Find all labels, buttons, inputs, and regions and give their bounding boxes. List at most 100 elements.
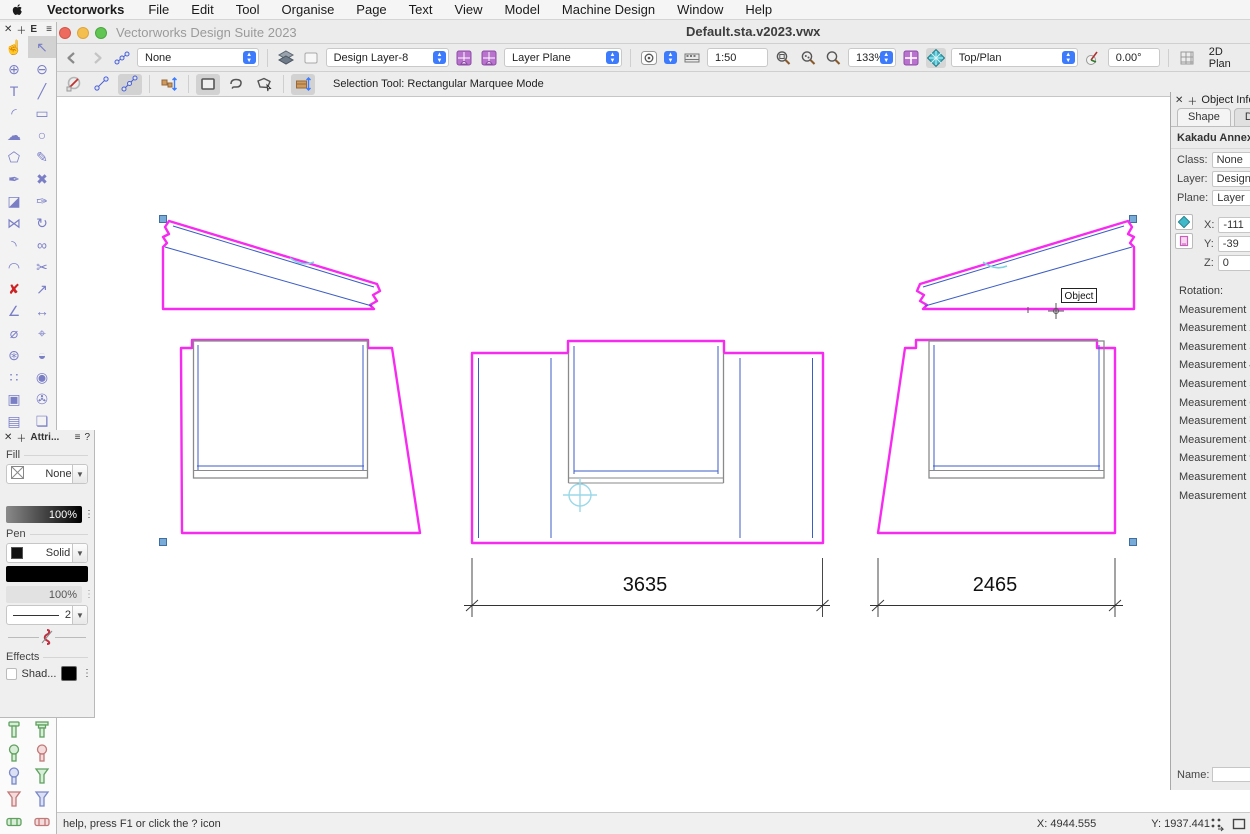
- menu-item-window[interactable]: Window: [666, 0, 734, 20]
- round-screw-tool-pink[interactable]: [28, 741, 56, 764]
- back-arrow-icon[interactable]: [62, 48, 82, 68]
- rotate-tool[interactable]: ↻: [28, 212, 56, 234]
- view-dropdown[interactable]: Top/Plan ▲▼: [951, 48, 1078, 67]
- add-palette-icon[interactable]: ＋: [16, 22, 26, 37]
- cross-tool[interactable]: ✖: [28, 168, 56, 190]
- angle-icon[interactable]: [1083, 48, 1103, 68]
- snap-points-icon[interactable]: [1207, 814, 1226, 833]
- layer-dropdown[interactable]: Design Layer-8 ▲▼: [326, 48, 449, 67]
- target-tool[interactable]: ◉: [28, 366, 56, 388]
- pick-document-tool[interactable]: ❏: [28, 410, 56, 432]
- menu-item-view[interactable]: View: [444, 0, 494, 20]
- pen-style-dropdown[interactable]: Solid ▼: [6, 543, 88, 563]
- scale-box[interactable]: 1:50: [707, 48, 768, 67]
- menu-item-help[interactable]: Help: [734, 0, 783, 20]
- menu-item-file[interactable]: File: [137, 0, 180, 20]
- layer-scale-icon[interactable]: [682, 48, 702, 68]
- line-tool[interactable]: ╱: [28, 80, 56, 102]
- more-options-icon[interactable]: ⋮: [84, 509, 92, 520]
- layer-plane-icon[interactable]: [1175, 214, 1193, 230]
- countersunk-screw-tool-pink[interactable]: [0, 787, 28, 810]
- countersunk-screw-tool-green[interactable]: [28, 764, 56, 787]
- help-icon[interactable]: ?: [84, 432, 90, 443]
- disabled-interactive-scaling-mode[interactable]: [62, 74, 86, 95]
- close-palette-icon[interactable]: ✕: [1175, 95, 1183, 106]
- name-input[interactable]: [1212, 767, 1250, 782]
- airbrush-tool[interactable]: ✑: [28, 190, 56, 212]
- move-by-points-mode[interactable]: [157, 74, 181, 95]
- view-window-icon[interactable]: [454, 48, 474, 68]
- more-options-icon[interactable]: ⋮: [84, 589, 92, 600]
- center-front-view[interactable]: [472, 341, 823, 543]
- angle-box[interactable]: 0.00°: [1108, 48, 1160, 67]
- fit-objects-icon[interactable]: [798, 48, 818, 68]
- pen-opacity-bar[interactable]: 100%: [6, 586, 82, 603]
- drawing-canvas[interactable]: 3635 2465 Object: [57, 97, 1170, 812]
- fill-opacity-bar[interactable]: 100%: [6, 506, 82, 523]
- diameter-tool[interactable]: ⌀: [0, 322, 28, 344]
- close-window-button[interactable]: [59, 27, 71, 39]
- fill-style-dropdown[interactable]: None ▼: [6, 464, 88, 484]
- plan-mode-button[interactable]: 2D Plan: [1202, 48, 1250, 67]
- saved-views-icon[interactable]: [112, 48, 132, 68]
- zoom-out-tool[interactable]: ⊖: [28, 58, 56, 80]
- z-field[interactable]: 0: [1218, 255, 1250, 271]
- right-front-view[interactable]: [878, 340, 1115, 533]
- angle-dimension-tool[interactable]: ∠: [0, 300, 28, 322]
- arc-tool[interactable]: ◜: [0, 102, 28, 124]
- selection-handle[interactable]: [160, 216, 167, 223]
- trapezoid-outline[interactable]: [878, 340, 1115, 533]
- menu-item-organise[interactable]: Organise: [271, 0, 346, 20]
- dimension-tool[interactable]: ↗: [28, 278, 56, 300]
- menu-item-page[interactable]: Page: [345, 0, 397, 20]
- zoom-in-tool[interactable]: ⊕: [0, 58, 28, 80]
- page-icon[interactable]: [301, 48, 321, 68]
- unified-view-icon[interactable]: [926, 48, 946, 68]
- close-palette-icon[interactable]: ✕: [4, 24, 12, 35]
- grid-icon[interactable]: [1177, 48, 1197, 68]
- magnifier-icon[interactable]: [823, 48, 843, 68]
- y-field[interactable]: -39: [1218, 236, 1250, 252]
- eraser-tool[interactable]: ◪: [0, 190, 28, 212]
- stepper-icon[interactable]: ▲▼: [243, 51, 256, 64]
- lasso-marquee-mode[interactable]: [224, 74, 248, 95]
- class-dropdown[interactable]: None ▲▼: [137, 48, 259, 67]
- forward-arrow-icon[interactable]: [87, 48, 107, 68]
- plane-field[interactable]: Layer: [1212, 190, 1250, 206]
- wedge-outline[interactable]: [917, 221, 1134, 309]
- oval-tool[interactable]: ○: [28, 124, 56, 146]
- trapezoid-outline[interactable]: [181, 340, 420, 533]
- tab-shape[interactable]: Shape: [1177, 108, 1231, 126]
- pen-color-bar[interactable]: [6, 566, 88, 582]
- menu-item-edit[interactable]: Edit: [180, 0, 224, 20]
- palette-menu-icon[interactable]: ≡: [75, 432, 81, 443]
- stepper-icon[interactable]: ▲▼: [664, 51, 677, 64]
- plane-dropdown[interactable]: Layer Plane ▲▼: [504, 48, 622, 67]
- wheel-tool[interactable]: ⊛: [0, 344, 28, 366]
- rectangle-tool[interactable]: ▭: [28, 102, 56, 124]
- unrestricted-interactive-scaling-mode[interactable]: [118, 74, 142, 95]
- trim-tool[interactable]: ✂: [28, 256, 56, 278]
- stepper-icon[interactable]: ▲▼: [433, 51, 446, 64]
- add-palette-icon[interactable]: ＋: [1187, 93, 1197, 108]
- selection-handle[interactable]: [160, 539, 167, 546]
- nut-tool-green[interactable]: [0, 810, 28, 833]
- menu-item-tool[interactable]: Tool: [225, 0, 271, 20]
- menu-item-text[interactable]: Text: [398, 0, 444, 20]
- selection-handle[interactable]: [1130, 539, 1137, 546]
- bounding-box-icon[interactable]: [1229, 814, 1248, 833]
- text-tool[interactable]: T: [0, 80, 28, 102]
- shadow-color-swatch[interactable]: [61, 666, 77, 681]
- single-object-interactive-scaling-mode[interactable]: [90, 74, 114, 95]
- chain-tool[interactable]: ∞: [28, 234, 56, 256]
- right-wedge-view[interactable]: [917, 221, 1134, 309]
- close-palette-icon[interactable]: ✕: [4, 432, 12, 443]
- linear-dimension-tool[interactable]: ↔: [28, 300, 56, 322]
- delete-tool[interactable]: ✘: [0, 278, 28, 300]
- eyedropper-tool[interactable]: ✇: [28, 388, 56, 410]
- bolt-tool-green[interactable]: [0, 718, 28, 741]
- stepper-icon[interactable]: ▲▼: [1062, 51, 1075, 64]
- protractor-tool[interactable]: ◒: [28, 344, 56, 366]
- round-screw-tool-blue[interactable]: [0, 764, 28, 787]
- zoom-dropdown[interactable]: 133% ▲▼: [848, 48, 896, 67]
